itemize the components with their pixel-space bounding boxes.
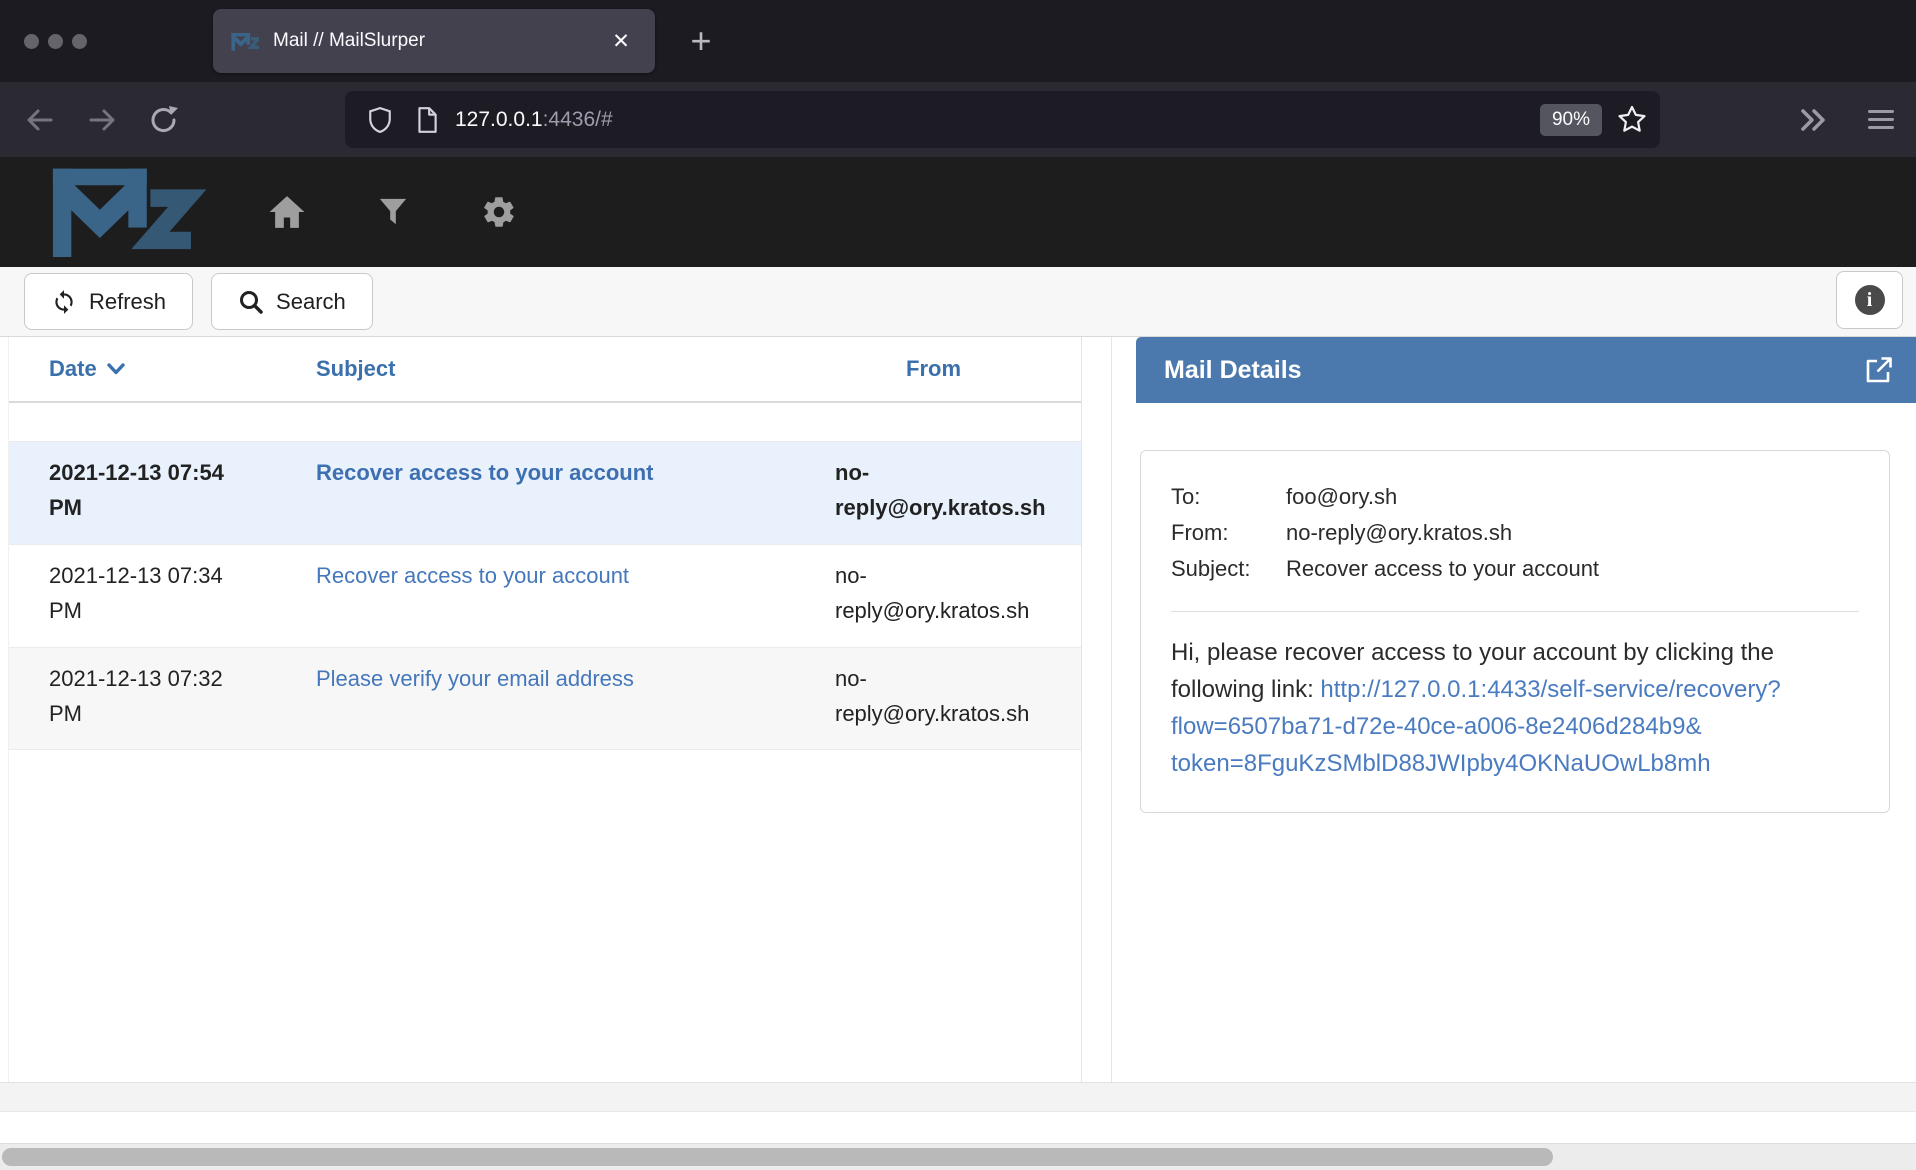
footer-band: [0, 1083, 1916, 1112]
column-header-date[interactable]: Date: [9, 356, 274, 382]
sort-descending-icon: [107, 363, 125, 375]
mail-subject-link[interactable]: Please verify your email address: [316, 666, 634, 691]
gear-icon[interactable]: [470, 183, 528, 241]
panel-divider: [1082, 337, 1112, 1082]
to-label: To:: [1171, 479, 1286, 515]
field-from: From:no-reply@ory.kratos.sh: [1171, 515, 1859, 551]
tab-favicon-mailslurper-icon: [231, 32, 259, 51]
refresh-button-label: Refresh: [89, 289, 166, 315]
menu-icon[interactable]: [1868, 105, 1894, 134]
app-nav-icons: [258, 157, 528, 267]
mail-table-header: Date Subject From: [9, 337, 1081, 403]
mail-subject-link[interactable]: Recover access to your account: [316, 460, 653, 485]
from-label: From:: [1171, 515, 1286, 551]
mail-row-date: 2021-12-13 07:54 PM: [9, 455, 274, 534]
tab-title: Mail // MailSlurper: [273, 30, 605, 52]
shield-icon[interactable]: [367, 105, 393, 135]
window-close-dot[interactable]: [24, 34, 39, 49]
info-button[interactable]: i: [1836, 271, 1903, 329]
tab-close-icon[interactable]: ✕: [605, 25, 637, 57]
page-icon[interactable]: [415, 106, 439, 134]
forward-icon[interactable]: [82, 100, 122, 140]
back-icon[interactable]: [20, 100, 60, 140]
column-header-from[interactable]: From: [823, 356, 1083, 382]
search-button[interactable]: Search: [211, 273, 373, 330]
from-value: no-reply@ory.kratos.sh: [1286, 520, 1512, 545]
url-host: 127.0.0.1: [455, 108, 543, 131]
zoom-level-badge[interactable]: 90%: [1540, 104, 1602, 136]
mail-row-1[interactable]: 2021-12-13 07:54 PM Recover access to yo…: [9, 441, 1081, 544]
reload-icon[interactable]: [144, 100, 184, 140]
table-header-spacer: [9, 403, 1081, 441]
refresh-icon: [51, 289, 77, 315]
browser-nav-toolbar: 127.0.0.1:4436/# 90%: [0, 82, 1916, 157]
to-value: foo@ory.sh: [1286, 484, 1397, 509]
new-tab-icon[interactable]: +: [676, 16, 726, 66]
mail-row-from: no-reply@ory.kratos.sh: [823, 558, 1083, 637]
app-toolbar: Refresh Search i: [0, 267, 1916, 337]
bookmark-star-icon[interactable]: [1616, 104, 1648, 136]
external-link-icon[interactable]: [1864, 355, 1894, 385]
mail-row-from: no-reply@ory.kratos.sh: [823, 661, 1083, 739]
mail-list-table: Date Subject From 2021-12-13 07:54 PM Re…: [8, 337, 1082, 1082]
mail-details-header: Mail Details: [1136, 337, 1916, 403]
search-button-label: Search: [276, 289, 346, 315]
mailslurper-logo: [26, 165, 216, 257]
mail-row-date: 2021-12-13 07:34 PM: [9, 558, 274, 637]
subject-label: Subject:: [1171, 551, 1286, 587]
horizontal-scrollbar[interactable]: [0, 1143, 1916, 1170]
window-controls[interactable]: [24, 34, 87, 49]
mail-row-3[interactable]: 2021-12-13 07:32 PM Please verify your e…: [9, 647, 1081, 750]
mail-details-title: Mail Details: [1164, 356, 1864, 385]
field-subject: Subject:Recover access to your account: [1171, 551, 1859, 587]
window-maximize-dot[interactable]: [72, 34, 87, 49]
mail-subject-link[interactable]: Recover access to your account: [316, 563, 629, 588]
mail-row-2[interactable]: 2021-12-13 07:34 PM Recover access to yo…: [9, 544, 1081, 647]
url-bar[interactable]: 127.0.0.1:4436/# 90%: [345, 91, 1660, 148]
nav-right-controls: [1796, 82, 1916, 157]
main-content: Date Subject From 2021-12-13 07:54 PM Re…: [0, 337, 1916, 1083]
overflow-chevron-icon[interactable]: [1796, 105, 1830, 135]
filter-icon[interactable]: [364, 183, 422, 241]
mail-details-panel: Mail Details To:foo@ory.sh From:no-reply…: [1112, 337, 1916, 1082]
url-text[interactable]: 127.0.0.1:4436/#: [455, 108, 1540, 132]
mail-row-date: 2021-12-13 07:32 PM: [9, 661, 274, 739]
url-path: :4436/#: [543, 108, 613, 131]
browser-tab[interactable]: Mail // MailSlurper ✕: [213, 9, 655, 73]
footer-whitespace: [0, 1112, 1916, 1143]
home-icon[interactable]: [258, 183, 316, 241]
field-to: To:foo@ory.sh: [1171, 479, 1859, 515]
mail-body: Hi, please recover access to your accoun…: [1171, 634, 1859, 782]
subject-value: Recover access to your account: [1286, 556, 1599, 581]
window-minimize-dot[interactable]: [48, 34, 63, 49]
browser-window: Mail // MailSlurper ✕ +: [0, 0, 1916, 1170]
card-divider: [1171, 611, 1859, 612]
search-icon: [238, 289, 264, 315]
mail-details-card: To:foo@ory.sh From:no-reply@ory.kratos.s…: [1140, 450, 1890, 813]
mail-row-from: no-reply@ory.kratos.sh: [823, 455, 1083, 534]
date-header-label: Date: [49, 356, 97, 382]
column-header-subject[interactable]: Subject: [274, 356, 823, 382]
mailslurper-header: [0, 157, 1916, 267]
refresh-button[interactable]: Refresh: [24, 273, 193, 330]
info-icon: i: [1855, 285, 1885, 315]
horizontal-scrollbar-thumb[interactable]: [2, 1148, 1553, 1166]
browser-tab-bar: Mail // MailSlurper ✕ +: [0, 0, 1916, 82]
